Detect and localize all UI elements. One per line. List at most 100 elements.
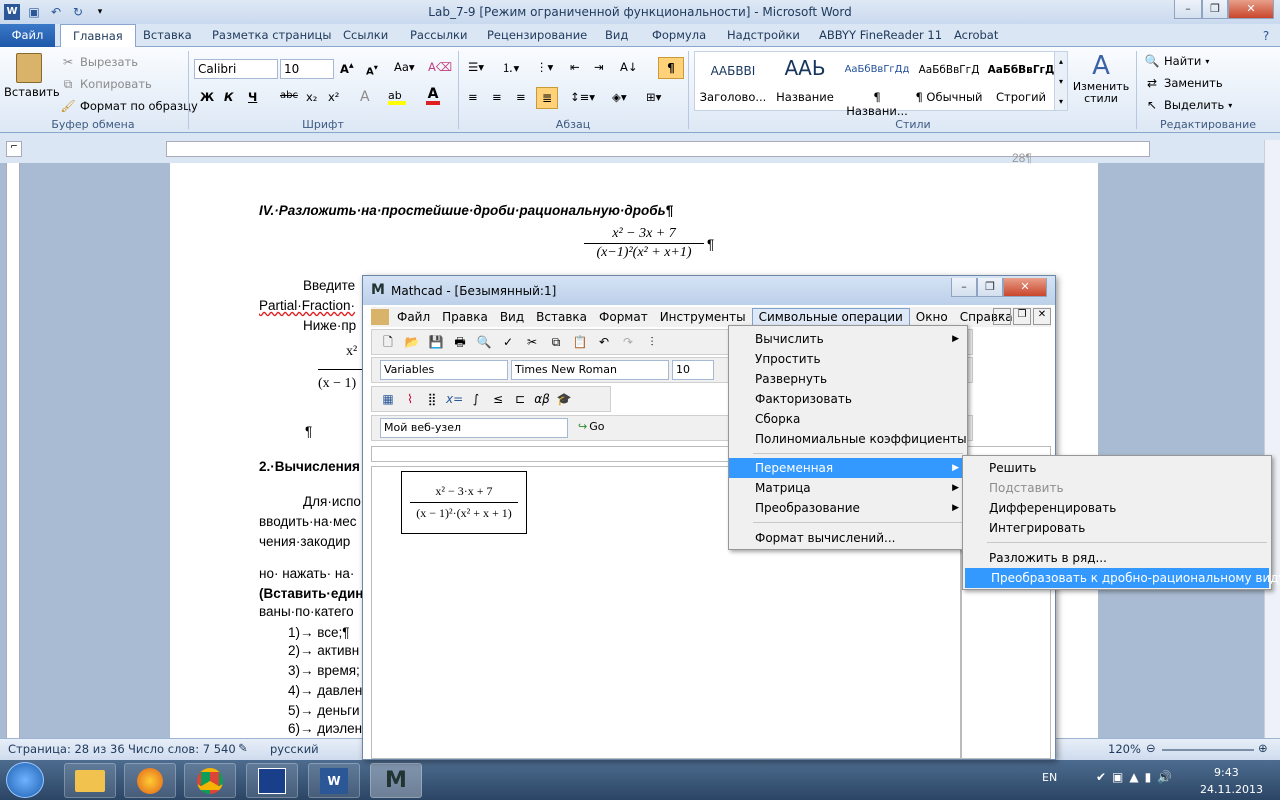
bullets-icon[interactable]: ☰▾ [468, 60, 484, 74]
menu-item-factor[interactable]: Факторизовать [729, 389, 967, 409]
italic-button[interactable]: К [224, 90, 233, 104]
select-button[interactable]: ↖ Выделить ▾ [1144, 97, 1232, 113]
copy-button[interactable]: ⧉ Копировать [60, 76, 152, 92]
customize-qat-icon[interactable]: ▾ [92, 4, 108, 20]
ruler-toggle[interactable]: ⌐ [6, 141, 22, 157]
web-combo[interactable]: Мой веб-узел [380, 418, 568, 438]
undo-icon[interactable]: ↶ [596, 334, 612, 350]
tab-formula[interactable]: Формула [640, 24, 718, 47]
clock-date[interactable]: 24.11.2013 [1200, 783, 1263, 796]
mc-menu-tools[interactable]: Инструменты [654, 309, 752, 325]
menu-item-expand-series[interactable]: Разложить в ряд... [963, 548, 1271, 568]
mc-doc-restore[interactable]: ❐ [1013, 308, 1031, 325]
greek-icon[interactable]: αβ [534, 391, 550, 407]
tab-references[interactable]: Ссылки [331, 24, 400, 47]
mc-menu-file[interactable]: Файл [391, 309, 436, 325]
mc-menu-view[interactable]: Вид [494, 309, 530, 325]
increase-indent-icon[interactable]: ⇥ [594, 60, 604, 74]
menu-item-simplify[interactable]: Упростить [729, 349, 967, 369]
justify-icon[interactable]: ≣ [536, 87, 558, 109]
redo-icon[interactable]: ↻ [70, 4, 86, 20]
tab-review[interactable]: Рецензирование [475, 24, 599, 47]
bold-button[interactable]: Ж [200, 90, 214, 104]
clear-format-icon[interactable]: A⌫ [428, 60, 452, 74]
mathcad-close-button[interactable]: ✕ [1003, 278, 1047, 297]
horizontal-ruler[interactable] [166, 141, 1150, 157]
change-case-icon[interactable]: Aa▾ [394, 60, 415, 74]
style-heading[interactable]: AАБBВI Заголово... [697, 52, 769, 110]
print-icon[interactable]: 🖶 [452, 334, 468, 350]
redo-icon[interactable]: ↷ [620, 334, 636, 350]
status-words[interactable]: Число слов: 7 540 [128, 742, 236, 756]
menu-item-collect[interactable]: Сборка [729, 409, 967, 429]
mc-font-combo[interactable]: Times New Roman [511, 360, 669, 380]
word-logo-icon[interactable]: W [4, 4, 20, 20]
zoom-out-icon[interactable]: ⊖ [1146, 741, 1156, 755]
mc-menu-edit[interactable]: Правка [436, 309, 494, 325]
style-combo[interactable]: Variables [380, 360, 508, 380]
calculator-icon[interactable]: ▦ [380, 391, 396, 407]
tab-page-layout[interactable]: Разметка страницы [200, 24, 343, 47]
superscript-button[interactable]: x² [328, 90, 339, 104]
save-icon[interactable]: 💾 [428, 334, 444, 350]
mc-menu-symbolics[interactable]: Символьные операции [751, 308, 910, 326]
menu-item-matrix[interactable]: Матрица ▶ [729, 478, 967, 498]
borders-icon[interactable]: ⊞▾ [646, 90, 661, 104]
tab-insert[interactable]: Вставка [131, 24, 204, 47]
mathcad-maximize-button[interactable]: ❐ [977, 278, 1003, 297]
cut-icon[interactable]: ✂ [524, 334, 540, 350]
status-language[interactable]: русский [270, 742, 319, 756]
maximize-button[interactable]: ❐ [1202, 0, 1228, 19]
line-spacing-icon[interactable]: ↕≡▾ [570, 90, 595, 104]
boolean-icon[interactable]: ≤ [490, 391, 506, 407]
print-preview-icon[interactable]: 🔍 [476, 334, 492, 350]
save-icon[interactable]: ▣ [26, 4, 42, 20]
tab-addins[interactable]: Надстройки [715, 24, 812, 47]
cut-button[interactable]: ✂ Вырезать [60, 54, 138, 70]
matrix-icon[interactable]: ⣿ [424, 391, 440, 407]
grow-font-icon[interactable]: A▴ [340, 60, 354, 76]
shading-icon[interactable]: ◈▾ [612, 90, 627, 104]
menu-item-transform[interactable]: Преобразование ▶ [729, 498, 967, 518]
mc-menu-format[interactable]: Формат [593, 309, 654, 325]
undo-icon[interactable]: ↶ [48, 4, 64, 20]
align-right-icon[interactable]: ≡ [516, 90, 526, 104]
minimize-button[interactable]: – [1174, 0, 1202, 19]
copy-icon[interactable]: ⧉ [548, 334, 564, 350]
zoom-in-icon[interactable]: ⊕ [1258, 741, 1268, 755]
menu-item-poly-coeffs[interactable]: Полиномиальные коэффициенты [729, 429, 967, 449]
tab-home[interactable]: Главная [60, 24, 136, 47]
taskbar-word[interactable]: W [308, 763, 360, 798]
underline-button[interactable]: Ч [248, 90, 257, 104]
taskbar-chrome[interactable] [184, 763, 236, 798]
clock-time[interactable]: 9:43 [1214, 766, 1239, 779]
text-effects-icon[interactable]: A [360, 89, 370, 105]
vertical-scrollbar[interactable] [1264, 140, 1280, 738]
tab-abbyy[interactable]: ABBYY FineReader 11 [807, 24, 954, 47]
calculus-icon[interactable]: ∫ [468, 391, 484, 407]
menu-item-solve[interactable]: Решить [963, 458, 1271, 478]
align-left-icon[interactable]: ≡ [468, 90, 478, 104]
evaluation-icon[interactable]: x= [446, 391, 463, 407]
font-size-combo[interactable]: 10 [280, 59, 334, 79]
mc-doc-minimize[interactable]: – [993, 308, 1011, 325]
symbolic-icon[interactable]: 🎓 [556, 391, 572, 407]
zoom-level[interactable]: 120% [1108, 742, 1141, 756]
align-center-icon[interactable]: ≡ [492, 90, 502, 104]
go-button[interactable]: ↪ Go [578, 420, 604, 433]
strikethrough-button[interactable]: abc [280, 90, 298, 101]
menu-item-expand[interactable]: Развернуть [729, 369, 967, 389]
replace-button[interactable]: ⇄ Заменить [1144, 75, 1223, 91]
mc-doc-close[interactable]: ✕ [1033, 308, 1051, 325]
taskbar-app[interactable] [246, 763, 298, 798]
shrink-font-icon[interactable]: A▾ [366, 62, 378, 77]
change-styles-button[interactable]: A Изменить стили [1072, 51, 1130, 115]
tab-mailings[interactable]: Рассылки [398, 24, 479, 47]
menu-item-eval-style[interactable]: Формат вычислений... [729, 528, 967, 548]
menu-item-variable[interactable]: Переменная ▶ [729, 458, 967, 478]
subscript-button[interactable]: x₂ [306, 90, 317, 104]
spellcheck-icon[interactable]: ✎ [238, 741, 248, 755]
align-icon[interactable]: ⫶ [644, 334, 660, 350]
numbering-icon[interactable]: ⒈▾ [502, 60, 519, 76]
style-title[interactable]: AАЬ Название [769, 52, 841, 110]
